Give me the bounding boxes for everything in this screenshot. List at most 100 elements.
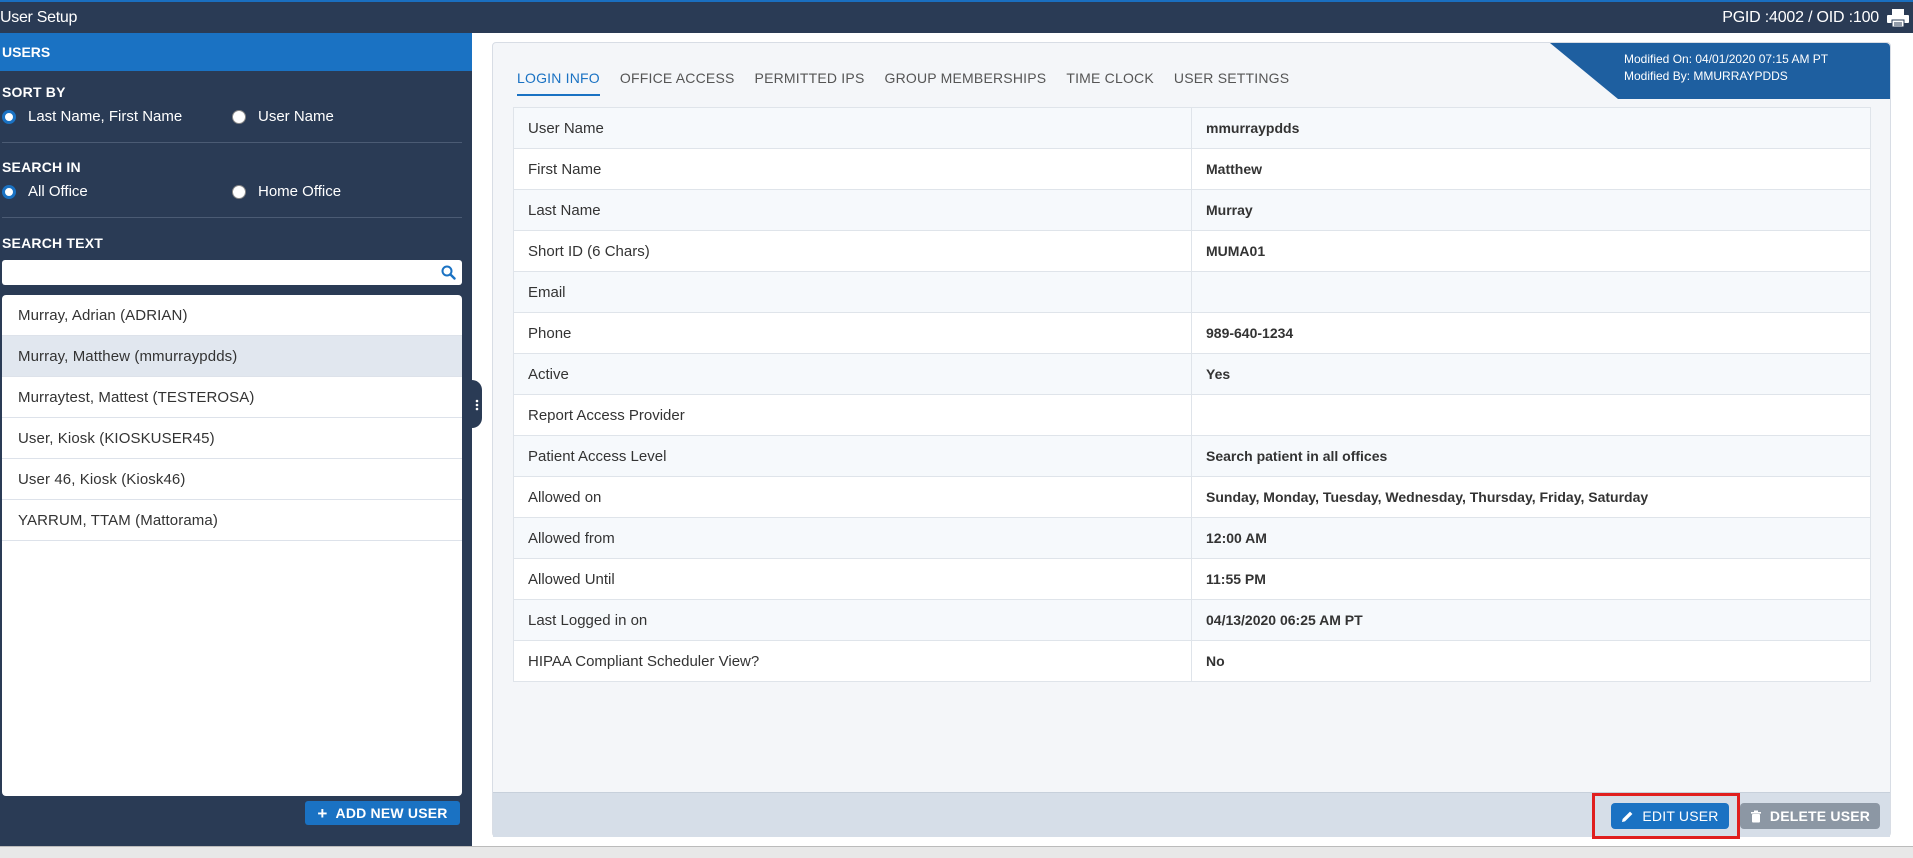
divider — [2, 217, 462, 218]
row-value: Yes — [1191, 353, 1871, 395]
radio-checked-icon — [2, 109, 16, 124]
row-label: Report Access Provider — [513, 394, 1192, 436]
table-row: Phone 989-640-1234 — [513, 312, 1871, 354]
login-info-table: User Name mmurraypdds First Name Matthew L… — [513, 107, 1871, 682]
sort-by-lastname-label: Last Name, First Name — [28, 108, 183, 125]
row-value: Matthew — [1191, 148, 1871, 190]
row-label: Short ID (6 Chars) — [513, 230, 1192, 272]
row-label: Phone — [513, 312, 1192, 354]
bottom-scroll-strip — [0, 846, 1913, 858]
radio-unchecked-icon — [232, 184, 246, 199]
pencil-icon — [1622, 811, 1633, 822]
tab-group-memberships[interactable]: GROUP MEMBERSHIPS — [884, 70, 1046, 96]
table-row: Patient Access Level Search patient in al… — [513, 435, 1871, 477]
row-label: Email — [513, 271, 1192, 313]
row-label: Allowed on — [513, 476, 1192, 518]
search-input[interactable] — [2, 260, 422, 285]
row-value: mmurraypdds — [1191, 107, 1871, 149]
edit-user-label: EDIT USER — [1642, 808, 1719, 824]
user-list: Murray, Adrian (ADRIAN) Murray, Matthew … — [2, 295, 462, 796]
table-row: Email — [513, 271, 1871, 313]
search-box — [2, 260, 462, 285]
tab-login-info[interactable]: LOGIN INFO — [517, 70, 600, 96]
title-bar: User Setup PGID :4002 / OID :100 — [0, 0, 1913, 33]
search-text-label: SEARCH TEXT — [2, 235, 103, 251]
printer-icon[interactable] — [1885, 8, 1911, 28]
row-label: Last Logged in on — [513, 599, 1192, 641]
search-in-home-office-radio[interactable]: Home Office — [232, 183, 341, 200]
row-label: User Name — [513, 107, 1192, 149]
search-in-home-office-label: Home Office — [258, 183, 342, 200]
row-value: 989-640-1234 — [1191, 312, 1871, 354]
row-label: Last Name — [513, 189, 1192, 231]
table-row: User Name mmurraypdds — [513, 107, 1871, 149]
table-row: Allowed on Sunday, Monday, Tuesday, Wedne… — [513, 476, 1871, 518]
list-item[interactable]: YARRUM, TTAM (Mattorama) — [2, 500, 462, 541]
modified-info-banner: Modified On: 04/01/2020 07:15 AM PT Modi… — [1550, 43, 1890, 99]
sidebar-header: USERS — [0, 33, 472, 71]
list-item[interactable]: Murraytest, Mattest (TESTEROSA) — [2, 377, 462, 418]
row-label: Allowed Until — [513, 558, 1192, 600]
add-new-user-label: ADD NEW USER — [335, 805, 448, 821]
list-item[interactable]: User 46, Kiosk (Kiosk46) — [2, 459, 462, 500]
table-row: Last Name Murray — [513, 189, 1871, 231]
row-label: Patient Access Level — [513, 435, 1192, 477]
trash-icon — [1750, 810, 1761, 822]
sort-by-lastname-radio[interactable]: Last Name, First Name — [2, 108, 182, 125]
tab-user-settings[interactable]: USER SETTINGS — [1174, 70, 1289, 96]
users-sidebar: USERS SORT BY Last Name, First Name User… — [0, 33, 472, 846]
tab-bar: LOGIN INFO OFFICE ACCESS PERMITTED IPS G… — [517, 70, 1289, 96]
row-value: 04/13/2020 06:25 AM PT — [1191, 599, 1871, 641]
radio-unchecked-icon — [232, 109, 246, 124]
row-value: 12:00 AM — [1191, 517, 1871, 559]
search-icon[interactable] — [441, 265, 456, 280]
user-detail-panel: LOGIN INFO OFFICE ACCESS PERMITTED IPS G… — [492, 42, 1891, 839]
row-value — [1191, 271, 1871, 313]
sort-by-username-radio[interactable]: User Name — [232, 108, 334, 125]
window-title: User Setup — [0, 9, 78, 26]
search-in-all-office-radio[interactable]: All Office — [2, 183, 88, 200]
tab-time-clock[interactable]: TIME CLOCK — [1066, 70, 1154, 96]
table-row: Report Access Provider — [513, 394, 1871, 436]
search-in-all-office-label: All Office — [28, 183, 88, 200]
table-row: First Name Matthew — [513, 148, 1871, 190]
delete-user-button[interactable]: DELETE USER — [1740, 803, 1880, 829]
list-item[interactable]: User, Kiosk (KIOSKUSER45) — [2, 418, 462, 459]
list-item-selected[interactable]: Murray, Matthew (mmurraypdds) — [2, 336, 462, 377]
table-row: Short ID (6 Chars) MUMA01 — [513, 230, 1871, 272]
add-new-user-button[interactable]: + ADD NEW USER — [305, 801, 460, 825]
table-row: HIPAA Compliant Scheduler View? No — [513, 640, 1871, 682]
row-label: First Name — [513, 148, 1192, 190]
pgid-oid-label: PGID :4002 / OID :100 — [1722, 9, 1879, 26]
panel-splitter-handle[interactable] — [472, 380, 482, 428]
row-label: HIPAA Compliant Scheduler View? — [513, 640, 1192, 682]
multi-pgid-note: +++: Multi PGID User — [2, 784, 117, 798]
modified-on: Modified On: 04/01/2020 07:15 AM PT — [1624, 52, 1829, 66]
radio-checked-icon — [2, 184, 16, 199]
plus-icon: + — [317, 803, 328, 823]
edit-user-button[interactable]: EDIT USER — [1611, 803, 1729, 829]
row-value: 11:55 PM — [1191, 558, 1871, 600]
row-label: Allowed from — [513, 517, 1192, 559]
tab-permitted-ips[interactable]: PERMITTED IPS — [755, 70, 865, 96]
table-row: Active Yes — [513, 353, 1871, 395]
search-in-label: SEARCH IN — [2, 159, 81, 175]
tab-office-access[interactable]: OFFICE ACCESS — [620, 70, 735, 96]
action-footer: EDIT USER DELETE USER — [493, 792, 1890, 839]
row-label: Active — [513, 353, 1192, 395]
row-value: Search patient in all offices — [1191, 435, 1871, 477]
row-value: Sunday, Monday, Tuesday, Wednesday, Thur… — [1191, 476, 1871, 518]
sort-by-username-label: User Name — [258, 108, 334, 125]
modified-by: Modified By: MMURRAYPDDS — [1624, 69, 1788, 83]
delete-user-label: DELETE USER — [1769, 808, 1871, 824]
row-value: No — [1191, 640, 1871, 682]
list-item[interactable]: Murray, Adrian (ADRIAN) — [2, 295, 462, 336]
row-value: MUMA01 — [1191, 230, 1871, 272]
sort-by-label: SORT BY — [2, 84, 66, 100]
row-value: Murray — [1191, 189, 1871, 231]
table-row: Allowed from 12:00 AM — [513, 517, 1871, 559]
table-row: Allowed Until 11:55 PM — [513, 558, 1871, 600]
table-row: Last Logged in on 04/13/2020 06:25 AM PT — [513, 599, 1871, 641]
grip-icon — [475, 399, 479, 411]
row-value — [1191, 394, 1871, 436]
